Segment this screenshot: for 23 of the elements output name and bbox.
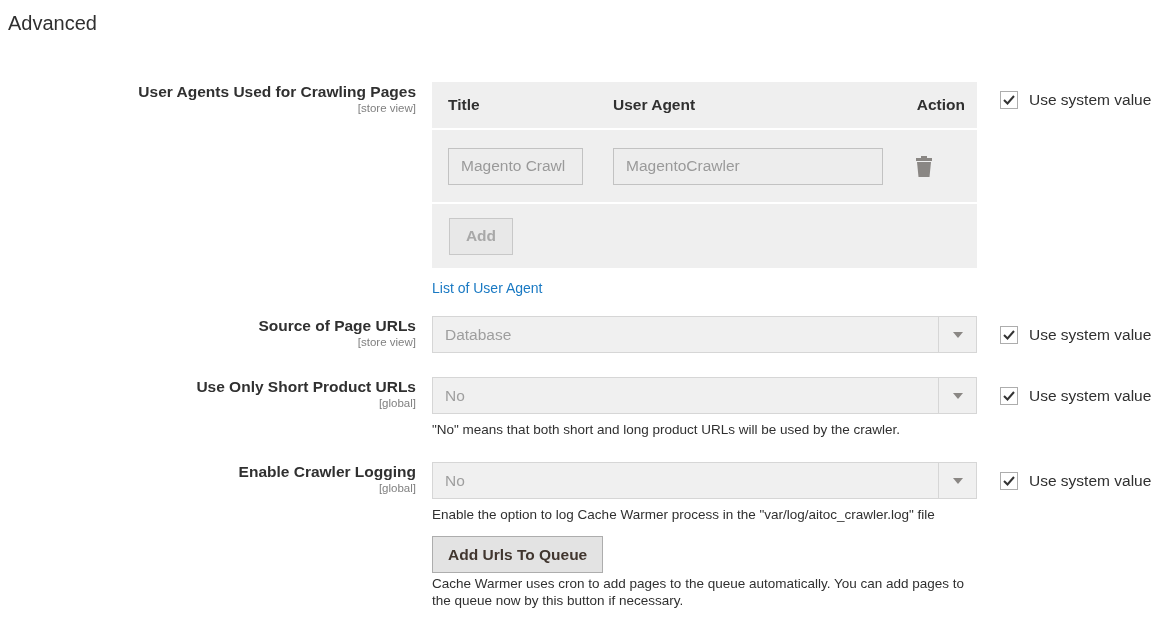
scope-label: [global]	[378, 397, 416, 410]
checkbox-label: Use system value	[1029, 91, 1152, 109]
field-label: Source of Page URLs	[258, 316, 416, 336]
field-note: "No" means that both short and long product URLs will be used by the crawler.	[432, 421, 901, 438]
field-label: Enable Crawler Logging	[238, 462, 416, 482]
field-label: User Agents Used for Crawling Pages	[138, 82, 416, 102]
scope-label: [store view]	[357, 336, 416, 349]
checkbox-label: Use system value	[1029, 472, 1152, 490]
dropdown-arrow-icon	[952, 477, 963, 484]
checkbox-label: Use system value	[1029, 387, 1152, 405]
field-label: Use Only Short Product URLs	[196, 377, 416, 397]
column-header: Title	[447, 96, 481, 114]
button-note: Cache Warmer uses cron to add pages to the queue automatically. You can add pages to the queue now by this button if necessary.	[432, 575, 966, 609]
dropdown-arrow-icon	[952, 331, 963, 338]
scope-label: [global]	[378, 482, 416, 495]
field-note: Enable the option to log Cache Warmer process in the "var/log/aitoc_crawler.log" file	[432, 506, 935, 523]
column-header: Action	[915, 96, 966, 114]
delete-icon[interactable]	[915, 154, 933, 178]
column-header: User Agent	[612, 96, 697, 114]
section-title: Advanced	[8, 11, 98, 36]
scope-label: [store view]	[357, 102, 416, 115]
dropdown-arrow-icon	[952, 392, 963, 399]
checkbox-label: Use system value	[1029, 326, 1152, 344]
